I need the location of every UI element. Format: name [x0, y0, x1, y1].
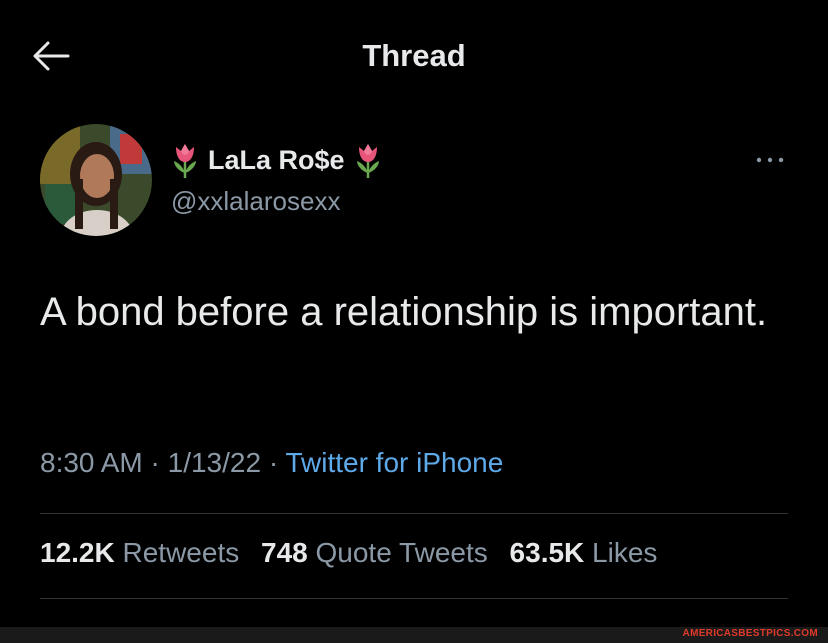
- page-title: Thread: [362, 38, 466, 73]
- more-horizontal-icon: [756, 157, 784, 163]
- tweet-stats: 12.2K Retweets 748 Quote Tweets 63.5K Li…: [40, 537, 671, 569]
- tweet-date: 1/13/22: [167, 447, 262, 478]
- author-name-row[interactable]: LaLa Ro$e: [170, 140, 383, 180]
- quote-tweets-count: 748: [261, 537, 308, 568]
- author-display-name: LaLa Ro$e: [208, 144, 345, 175]
- more-options-button[interactable]: [752, 150, 788, 170]
- top-bar: Thread: [0, 0, 828, 110]
- tweet-source-link[interactable]: Twitter for iPhone: [285, 447, 503, 478]
- retweets-label: Retweets: [122, 537, 240, 568]
- tweet-metadata: 8:30 AM · 1/13/22 · Twitter for iPhone: [40, 447, 503, 479]
- divider: [40, 598, 788, 599]
- retweets-count: 12.2K: [40, 537, 115, 568]
- likes-label: Likes: [592, 537, 658, 568]
- author-handle[interactable]: @xxlalarosexx: [171, 186, 340, 217]
- divider: [40, 513, 788, 514]
- watermark-text: AMERICASBESTPICS.COM: [682, 628, 818, 639]
- quote-tweets-label: Quote Tweets: [315, 537, 488, 568]
- tulip-icon: [174, 144, 196, 178]
- meta-separator: ·: [261, 447, 286, 478]
- likes-stat[interactable]: 63.5K Likes: [510, 537, 658, 568]
- watermark-bar: AMERICASBESTPICS.COM: [0, 627, 828, 643]
- meta-separator: ·: [142, 447, 168, 478]
- avatar[interactable]: [40, 124, 152, 236]
- tweet-text: A bond before a relationship is importan…: [40, 290, 768, 334]
- retweets-stat[interactable]: 12.2K Retweets: [40, 537, 239, 568]
- quote-tweets-stat[interactable]: 748 Quote Tweets: [261, 537, 488, 568]
- likes-count: 63.5K: [509, 537, 585, 568]
- tweet-time: 8:30 AM: [40, 447, 143, 478]
- tulip-icon: [356, 144, 379, 178]
